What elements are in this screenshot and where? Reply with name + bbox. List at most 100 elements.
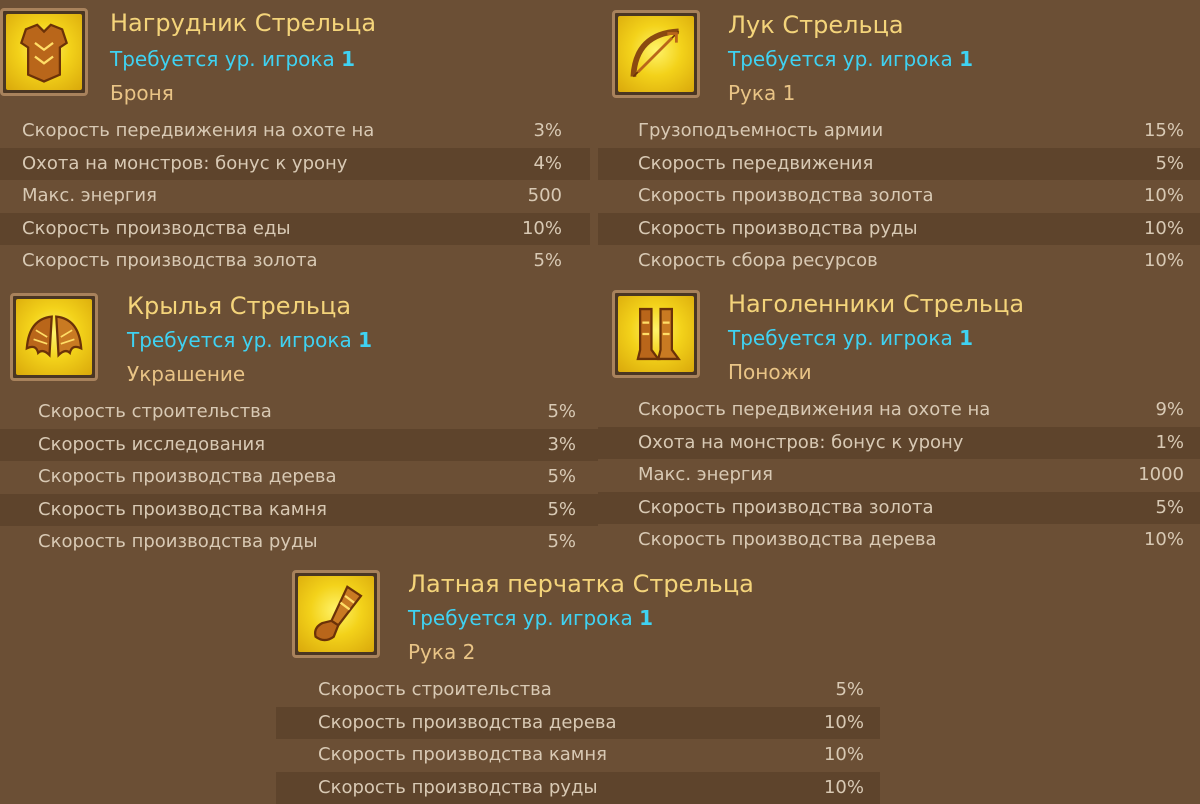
stat-row: Скорость производства дерева 5% (0, 461, 598, 494)
stat-row: Охота на монстров: бонус к урону 4% (0, 147, 590, 181)
stat-row: Охота на монстров: бонус к урону 1% (598, 426, 1200, 460)
stat-name: Скорость производства дерева (38, 466, 337, 488)
item-slot: Рука 1 (728, 81, 796, 105)
stat-name: Скорость строительства (38, 401, 272, 422)
level-requirement: Требуется ур. игрока 1 (127, 328, 372, 352)
stat-value: 5% (547, 466, 576, 488)
stat-row: Скорость передвижения на охоте на 3% (0, 115, 590, 148)
stat-name: Скорость производства еды (22, 217, 291, 239)
stat-value: 5% (547, 401, 576, 422)
stat-name: Макс. энергия (22, 185, 157, 207)
item-slot: Украшение (127, 362, 246, 386)
stat-row: Грузоподъемность армии 15% (598, 115, 1200, 148)
stat-name: Скорость передвижения на охоте на (22, 120, 375, 141)
level-requirement: Требуется ур. игрока 1 (408, 606, 653, 630)
stat-row: Макс. энергия 1000 (598, 459, 1200, 492)
stat-value: 10% (1143, 185, 1184, 207)
stat-value: 10% (1143, 250, 1184, 272)
stat-value: 9% (1155, 399, 1184, 420)
stat-name: Скорость исследования (38, 433, 266, 455)
stat-name: Скорость производства руды (638, 217, 918, 239)
stat-row: Скорость исследования 3% (0, 428, 598, 462)
stat-name: Скорость производства руды (318, 776, 598, 798)
stat-row: Скорость производства руды 5% (0, 526, 598, 559)
stat-name: Скорость передвижения на охоте на (638, 399, 991, 420)
requirement-level: 1 (358, 328, 373, 352)
stat-name: Скорость производства золота (638, 185, 934, 207)
stat-value: 10% (823, 711, 864, 733)
stat-value: 500 (527, 185, 562, 207)
item-slot: Рука 2 (408, 640, 476, 664)
item-title: Латная перчатка Стрельца (408, 570, 754, 598)
requirement-label: Требуется ур. игрока (728, 47, 953, 71)
stat-row: Скорость производства камня 10% (276, 739, 880, 772)
stat-row: Скорость производства золота 5% (0, 245, 590, 278)
chestplate-icon[interactable] (0, 8, 88, 96)
stat-value: 10% (823, 776, 864, 798)
stat-name: Скорость производства дерева (638, 529, 937, 551)
stat-name: Охота на монстров: бонус к урону (638, 431, 964, 453)
requirement-level: 1 (959, 326, 974, 350)
chestplate-icon-graphic (19, 23, 69, 83)
wings-icon[interactable] (10, 293, 98, 381)
greaves-icon-graphic (636, 307, 681, 361)
level-requirement: Требуется ур. игрока 1 (728, 47, 973, 71)
requirement-label: Требуется ур. игрока (408, 606, 633, 630)
stat-row: Скорость производства еды 10% (0, 212, 590, 246)
stat-value: 1% (1155, 431, 1184, 453)
stat-name: Скорость строительства (318, 679, 552, 700)
stat-value: 3% (547, 433, 576, 455)
stat-value: 5% (835, 679, 864, 700)
stat-name: Скорость производства золота (638, 496, 934, 518)
stat-value: 5% (1155, 152, 1184, 174)
stat-row: Скорость строительства 5% (0, 396, 598, 429)
stat-value: 10% (521, 217, 562, 239)
requirement-level: 1 (341, 47, 356, 71)
stat-value: 5% (1155, 496, 1184, 518)
stat-name: Скорость производства золота (22, 250, 318, 272)
requirement-level: 1 (639, 606, 654, 630)
greaves-icon[interactable] (612, 290, 700, 378)
stat-list: Скорость передвижения на охоте на 9% Охот… (598, 394, 1200, 557)
stat-list: Грузоподъемность армии 15% Скорость перед… (598, 115, 1200, 278)
stat-row: Скорость передвижения на охоте на 9% (598, 394, 1200, 427)
stat-row: Скорость производства золота 5% (598, 491, 1200, 525)
stat-list: Скорость строительства 5% Скорость исслед… (0, 396, 598, 559)
item-title: Наголенники Стрельца (728, 290, 1025, 318)
stat-name: Скорость производства дерева (318, 711, 617, 733)
stat-row: Скорость производства руды 10% (276, 771, 880, 804)
stat-row: Скорость производства руды 10% (598, 212, 1200, 246)
stat-value: 4% (533, 152, 562, 174)
gauntlet-icon[interactable] (292, 570, 380, 658)
requirement-label: Требуется ур. игрока (110, 47, 335, 71)
stat-row: Скорость производства камня 5% (0, 493, 598, 527)
stat-value: 15% (1143, 120, 1184, 141)
stat-value: 5% (547, 498, 576, 520)
stat-row: Скорость производства дерева 10% (276, 706, 880, 740)
bow-icon-graphic (630, 28, 680, 78)
stat-row: Скорость сбора ресурсов 10% (598, 245, 1200, 278)
level-requirement: Требуется ур. игрока 1 (728, 326, 973, 350)
stat-name: Скорость передвижения (638, 152, 874, 174)
stat-name: Макс. энергия (638, 464, 773, 486)
stat-value: 10% (1143, 217, 1184, 239)
stat-list: Скорость передвижения на охоте на 3% Охот… (0, 115, 590, 278)
stat-name: Скорость производства руды (38, 531, 318, 553)
item-slot: Поножи (728, 360, 812, 384)
bow-icon[interactable] (612, 10, 700, 98)
item-title: Нагрудник Стрельца (110, 9, 377, 37)
gauntlet-icon-graphic (314, 585, 363, 642)
item-slot: Броня (110, 81, 174, 105)
stat-name: Скорость производства камня (38, 498, 327, 520)
stat-row: Скорость производства золота 10% (598, 180, 1200, 213)
stat-row: Скорость передвижения 5% (598, 147, 1200, 181)
stat-list: Скорость строительства 5% Скорость произв… (276, 674, 880, 804)
requirement-label: Требуется ур. игрока (127, 328, 352, 352)
stat-value: 1000 (1138, 464, 1184, 486)
stat-name: Грузоподъемность армии (638, 120, 884, 141)
requirement-label: Требуется ур. игрока (728, 326, 953, 350)
stat-value: 3% (533, 120, 562, 141)
stat-row: Скорость производства дерева 10% (598, 524, 1200, 557)
item-title: Лук Стрельца (728, 11, 904, 39)
stat-row: Макс. энергия 500 (0, 180, 590, 213)
